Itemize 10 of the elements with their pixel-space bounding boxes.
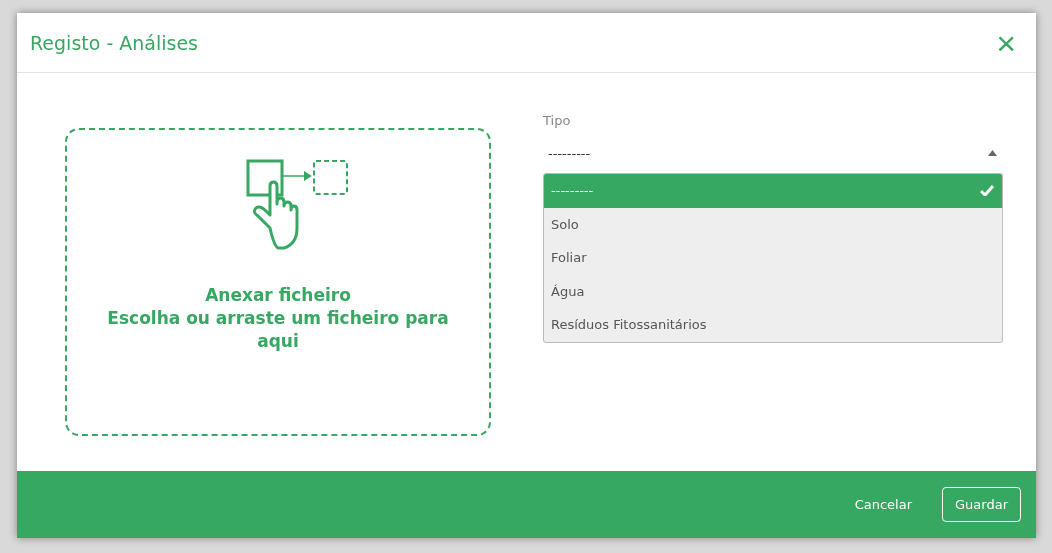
- attach-file-hint: Escolha ou arraste um ficheiro para aqui: [106, 307, 450, 353]
- dialog-title: Registo - Análises: [30, 31, 198, 54]
- dropdown-option[interactable]: Solo: [544, 207, 1002, 241]
- attach-file-title: Anexar ficheiro: [205, 284, 351, 307]
- dropdown-option[interactable]: Resíduos Fitossanitários: [544, 308, 1002, 342]
- check-icon: [980, 185, 994, 197]
- tipo-select[interactable]: ---------: [543, 141, 1003, 165]
- tipo-label: Tipo: [543, 113, 572, 128]
- dropdown-option[interactable]: Foliar: [544, 241, 1002, 275]
- dropdown-option[interactable]: Água: [544, 274, 1002, 308]
